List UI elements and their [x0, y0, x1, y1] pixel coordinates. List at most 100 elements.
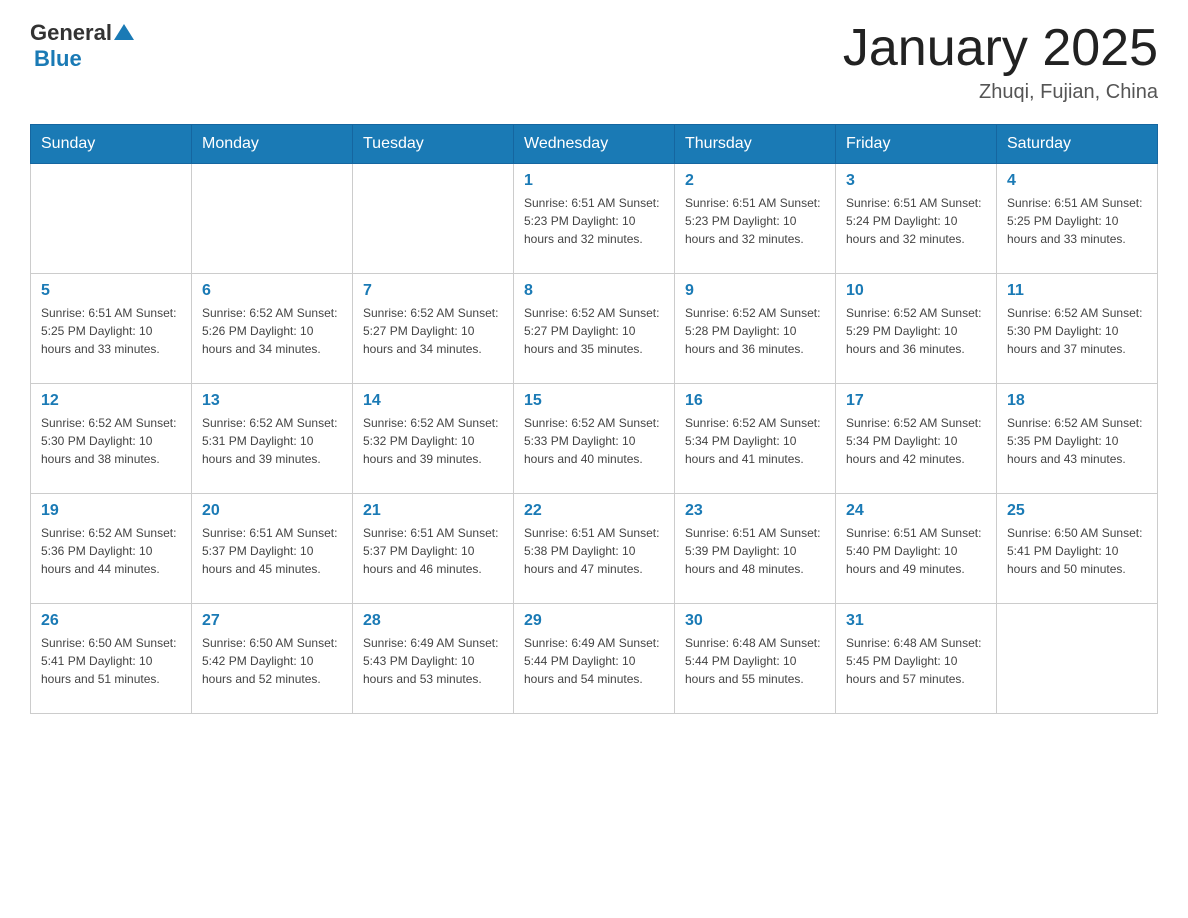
day-number: 7 [363, 282, 503, 300]
day-number: 20 [202, 502, 342, 520]
calendar-day-cell: 17 Sunrise: 6:52 AM Sunset: 5:34 PM Dayli… [836, 384, 997, 494]
day-info: Sunrise: 6:52 AM Sunset: 5:33 PM Dayligh… [524, 414, 664, 468]
logo: General Blue [30, 20, 135, 72]
calendar-day-cell: 31 Sunrise: 6:48 AM Sunset: 5:45 PM Dayli… [836, 604, 997, 714]
day-number: 25 [1007, 502, 1147, 520]
logo-triangle-icon [113, 21, 135, 43]
day-info: Sunrise: 6:52 AM Sunset: 5:34 PM Dayligh… [685, 414, 825, 468]
day-number: 15 [524, 392, 664, 410]
calendar-day-cell: 12 Sunrise: 6:52 AM Sunset: 5:30 PM Dayli… [31, 384, 192, 494]
calendar-day-cell: 4 Sunrise: 6:51 AM Sunset: 5:25 PM Daylig… [997, 164, 1158, 274]
day-info: Sunrise: 6:52 AM Sunset: 5:26 PM Dayligh… [202, 304, 342, 358]
day-info: Sunrise: 6:51 AM Sunset: 5:40 PM Dayligh… [846, 524, 986, 578]
day-number: 3 [846, 172, 986, 190]
day-number: 18 [1007, 392, 1147, 410]
day-info: Sunrise: 6:52 AM Sunset: 5:27 PM Dayligh… [524, 304, 664, 358]
day-number: 8 [524, 282, 664, 300]
day-info: Sunrise: 6:52 AM Sunset: 5:27 PM Dayligh… [363, 304, 503, 358]
day-number: 30 [685, 612, 825, 630]
calendar-day-cell: 14Sunrise: 6:52 AM Sunset: 5:32 PM Dayli… [353, 384, 514, 494]
day-info: Sunrise: 6:49 AM Sunset: 5:43 PM Dayligh… [363, 634, 503, 688]
calendar-day-cell: 28Sunrise: 6:49 AM Sunset: 5:43 PM Dayli… [353, 604, 514, 714]
calendar-header-friday: Friday [836, 125, 997, 164]
calendar-day-cell: 22Sunrise: 6:51 AM Sunset: 5:38 PM Dayli… [514, 494, 675, 604]
day-info: Sunrise: 6:52 AM Sunset: 5:29 PM Dayligh… [846, 304, 986, 358]
calendar-week-row: 5 Sunrise: 6:51 AM Sunset: 5:25 PM Daylig… [31, 274, 1158, 384]
day-number: 31 [846, 612, 986, 630]
calendar-day-cell: 1 Sunrise: 6:51 AM Sunset: 5:23 PM Daylig… [514, 164, 675, 274]
day-info: Sunrise: 6:51 AM Sunset: 5:37 PM Dayligh… [363, 524, 503, 578]
calendar-header-tuesday: Tuesday [353, 125, 514, 164]
day-info: Sunrise: 6:49 AM Sunset: 5:44 PM Dayligh… [524, 634, 664, 688]
calendar-day-cell: 29 Sunrise: 6:49 AM Sunset: 5:44 PM Dayli… [514, 604, 675, 714]
day-info: Sunrise: 6:51 AM Sunset: 5:24 PM Dayligh… [846, 194, 986, 248]
day-number: 23 [685, 502, 825, 520]
calendar-header-sunday: Sunday [31, 125, 192, 164]
day-info: Sunrise: 6:50 AM Sunset: 5:41 PM Dayligh… [41, 634, 181, 688]
day-number: 1 [524, 172, 664, 190]
day-info: Sunrise: 6:51 AM Sunset: 5:23 PM Dayligh… [685, 194, 825, 248]
logo-general-text: General [30, 20, 112, 46]
day-info: Sunrise: 6:51 AM Sunset: 5:25 PM Dayligh… [1007, 194, 1147, 248]
day-number: 13 [202, 392, 342, 410]
calendar-day-cell: 25Sunrise: 6:50 AM Sunset: 5:41 PM Dayli… [997, 494, 1158, 604]
day-info: Sunrise: 6:51 AM Sunset: 5:39 PM Dayligh… [685, 524, 825, 578]
day-number: 4 [1007, 172, 1147, 190]
day-number: 29 [524, 612, 664, 630]
calendar-header-monday: Monday [192, 125, 353, 164]
calendar-day-cell: 8 Sunrise: 6:52 AM Sunset: 5:27 PM Daylig… [514, 274, 675, 384]
day-number: 17 [846, 392, 986, 410]
day-info: Sunrise: 6:52 AM Sunset: 5:31 PM Dayligh… [202, 414, 342, 468]
day-info: Sunrise: 6:51 AM Sunset: 5:23 PM Dayligh… [524, 194, 664, 248]
calendar-day-cell: 26Sunrise: 6:50 AM Sunset: 5:41 PM Dayli… [31, 604, 192, 714]
calendar-day-cell: 15 Sunrise: 6:52 AM Sunset: 5:33 PM Dayli… [514, 384, 675, 494]
calendar-day-cell [31, 164, 192, 274]
logo-blue-text: Blue [34, 46, 82, 71]
day-info: Sunrise: 6:48 AM Sunset: 5:44 PM Dayligh… [685, 634, 825, 688]
calendar-header-row: SundayMondayTuesdayWednesdayThursdayFrid… [31, 125, 1158, 164]
calendar-day-cell: 13 Sunrise: 6:52 AM Sunset: 5:31 PM Dayli… [192, 384, 353, 494]
day-info: Sunrise: 6:51 AM Sunset: 5:25 PM Dayligh… [41, 304, 181, 358]
day-info: Sunrise: 6:52 AM Sunset: 5:35 PM Dayligh… [1007, 414, 1147, 468]
calendar-day-cell: 23 Sunrise: 6:51 AM Sunset: 5:39 PM Dayli… [675, 494, 836, 604]
day-info: Sunrise: 6:52 AM Sunset: 5:30 PM Dayligh… [41, 414, 181, 468]
day-number: 9 [685, 282, 825, 300]
calendar-day-cell: 5 Sunrise: 6:51 AM Sunset: 5:25 PM Daylig… [31, 274, 192, 384]
calendar-day-cell: 20 Sunrise: 6:51 AM Sunset: 5:37 PM Dayli… [192, 494, 353, 604]
day-info: Sunrise: 6:52 AM Sunset: 5:34 PM Dayligh… [846, 414, 986, 468]
day-number: 10 [846, 282, 986, 300]
calendar-day-cell [997, 604, 1158, 714]
day-info: Sunrise: 6:48 AM Sunset: 5:45 PM Dayligh… [846, 634, 986, 688]
calendar-day-cell [192, 164, 353, 274]
calendar-day-cell: 16 Sunrise: 6:52 AM Sunset: 5:34 PM Dayli… [675, 384, 836, 494]
calendar-day-cell: 19Sunrise: 6:52 AM Sunset: 5:36 PM Dayli… [31, 494, 192, 604]
calendar-table: SundayMondayTuesdayWednesdayThursdayFrid… [30, 124, 1158, 714]
calendar-day-cell: 6 Sunrise: 6:52 AM Sunset: 5:26 PM Daylig… [192, 274, 353, 384]
day-number: 16 [685, 392, 825, 410]
calendar-week-row: 19Sunrise: 6:52 AM Sunset: 5:36 PM Dayli… [31, 494, 1158, 604]
day-info: Sunrise: 6:52 AM Sunset: 5:32 PM Dayligh… [363, 414, 503, 468]
day-number: 24 [846, 502, 986, 520]
page-header: General Blue January 2025 Zhuqi, Fujian,… [30, 20, 1158, 104]
day-number: 21 [363, 502, 503, 520]
day-number: 22 [524, 502, 664, 520]
day-number: 2 [685, 172, 825, 190]
location-text: Zhuqi, Fujian, China [843, 81, 1158, 104]
calendar-day-cell: 2 Sunrise: 6:51 AM Sunset: 5:23 PM Daylig… [675, 164, 836, 274]
day-info: Sunrise: 6:51 AM Sunset: 5:37 PM Dayligh… [202, 524, 342, 578]
calendar-day-cell: 27Sunrise: 6:50 AM Sunset: 5:42 PM Dayli… [192, 604, 353, 714]
calendar-day-cell: 11Sunrise: 6:52 AM Sunset: 5:30 PM Dayli… [997, 274, 1158, 384]
day-number: 6 [202, 282, 342, 300]
day-number: 5 [41, 282, 181, 300]
calendar-day-cell: 24 Sunrise: 6:51 AM Sunset: 5:40 PM Dayli… [836, 494, 997, 604]
day-number: 19 [41, 502, 181, 520]
day-info: Sunrise: 6:52 AM Sunset: 5:30 PM Dayligh… [1007, 304, 1147, 358]
title-area: January 2025 Zhuqi, Fujian, China [843, 20, 1158, 104]
calendar-day-cell: 10 Sunrise: 6:52 AM Sunset: 5:29 PM Dayli… [836, 274, 997, 384]
calendar-day-cell: 9Sunrise: 6:52 AM Sunset: 5:28 PM Daylig… [675, 274, 836, 384]
day-number: 27 [202, 612, 342, 630]
day-number: 12 [41, 392, 181, 410]
calendar-day-cell: 30 Sunrise: 6:48 AM Sunset: 5:44 PM Dayli… [675, 604, 836, 714]
calendar-week-row: 26Sunrise: 6:50 AM Sunset: 5:41 PM Dayli… [31, 604, 1158, 714]
calendar-week-row: 12 Sunrise: 6:52 AM Sunset: 5:30 PM Dayli… [31, 384, 1158, 494]
